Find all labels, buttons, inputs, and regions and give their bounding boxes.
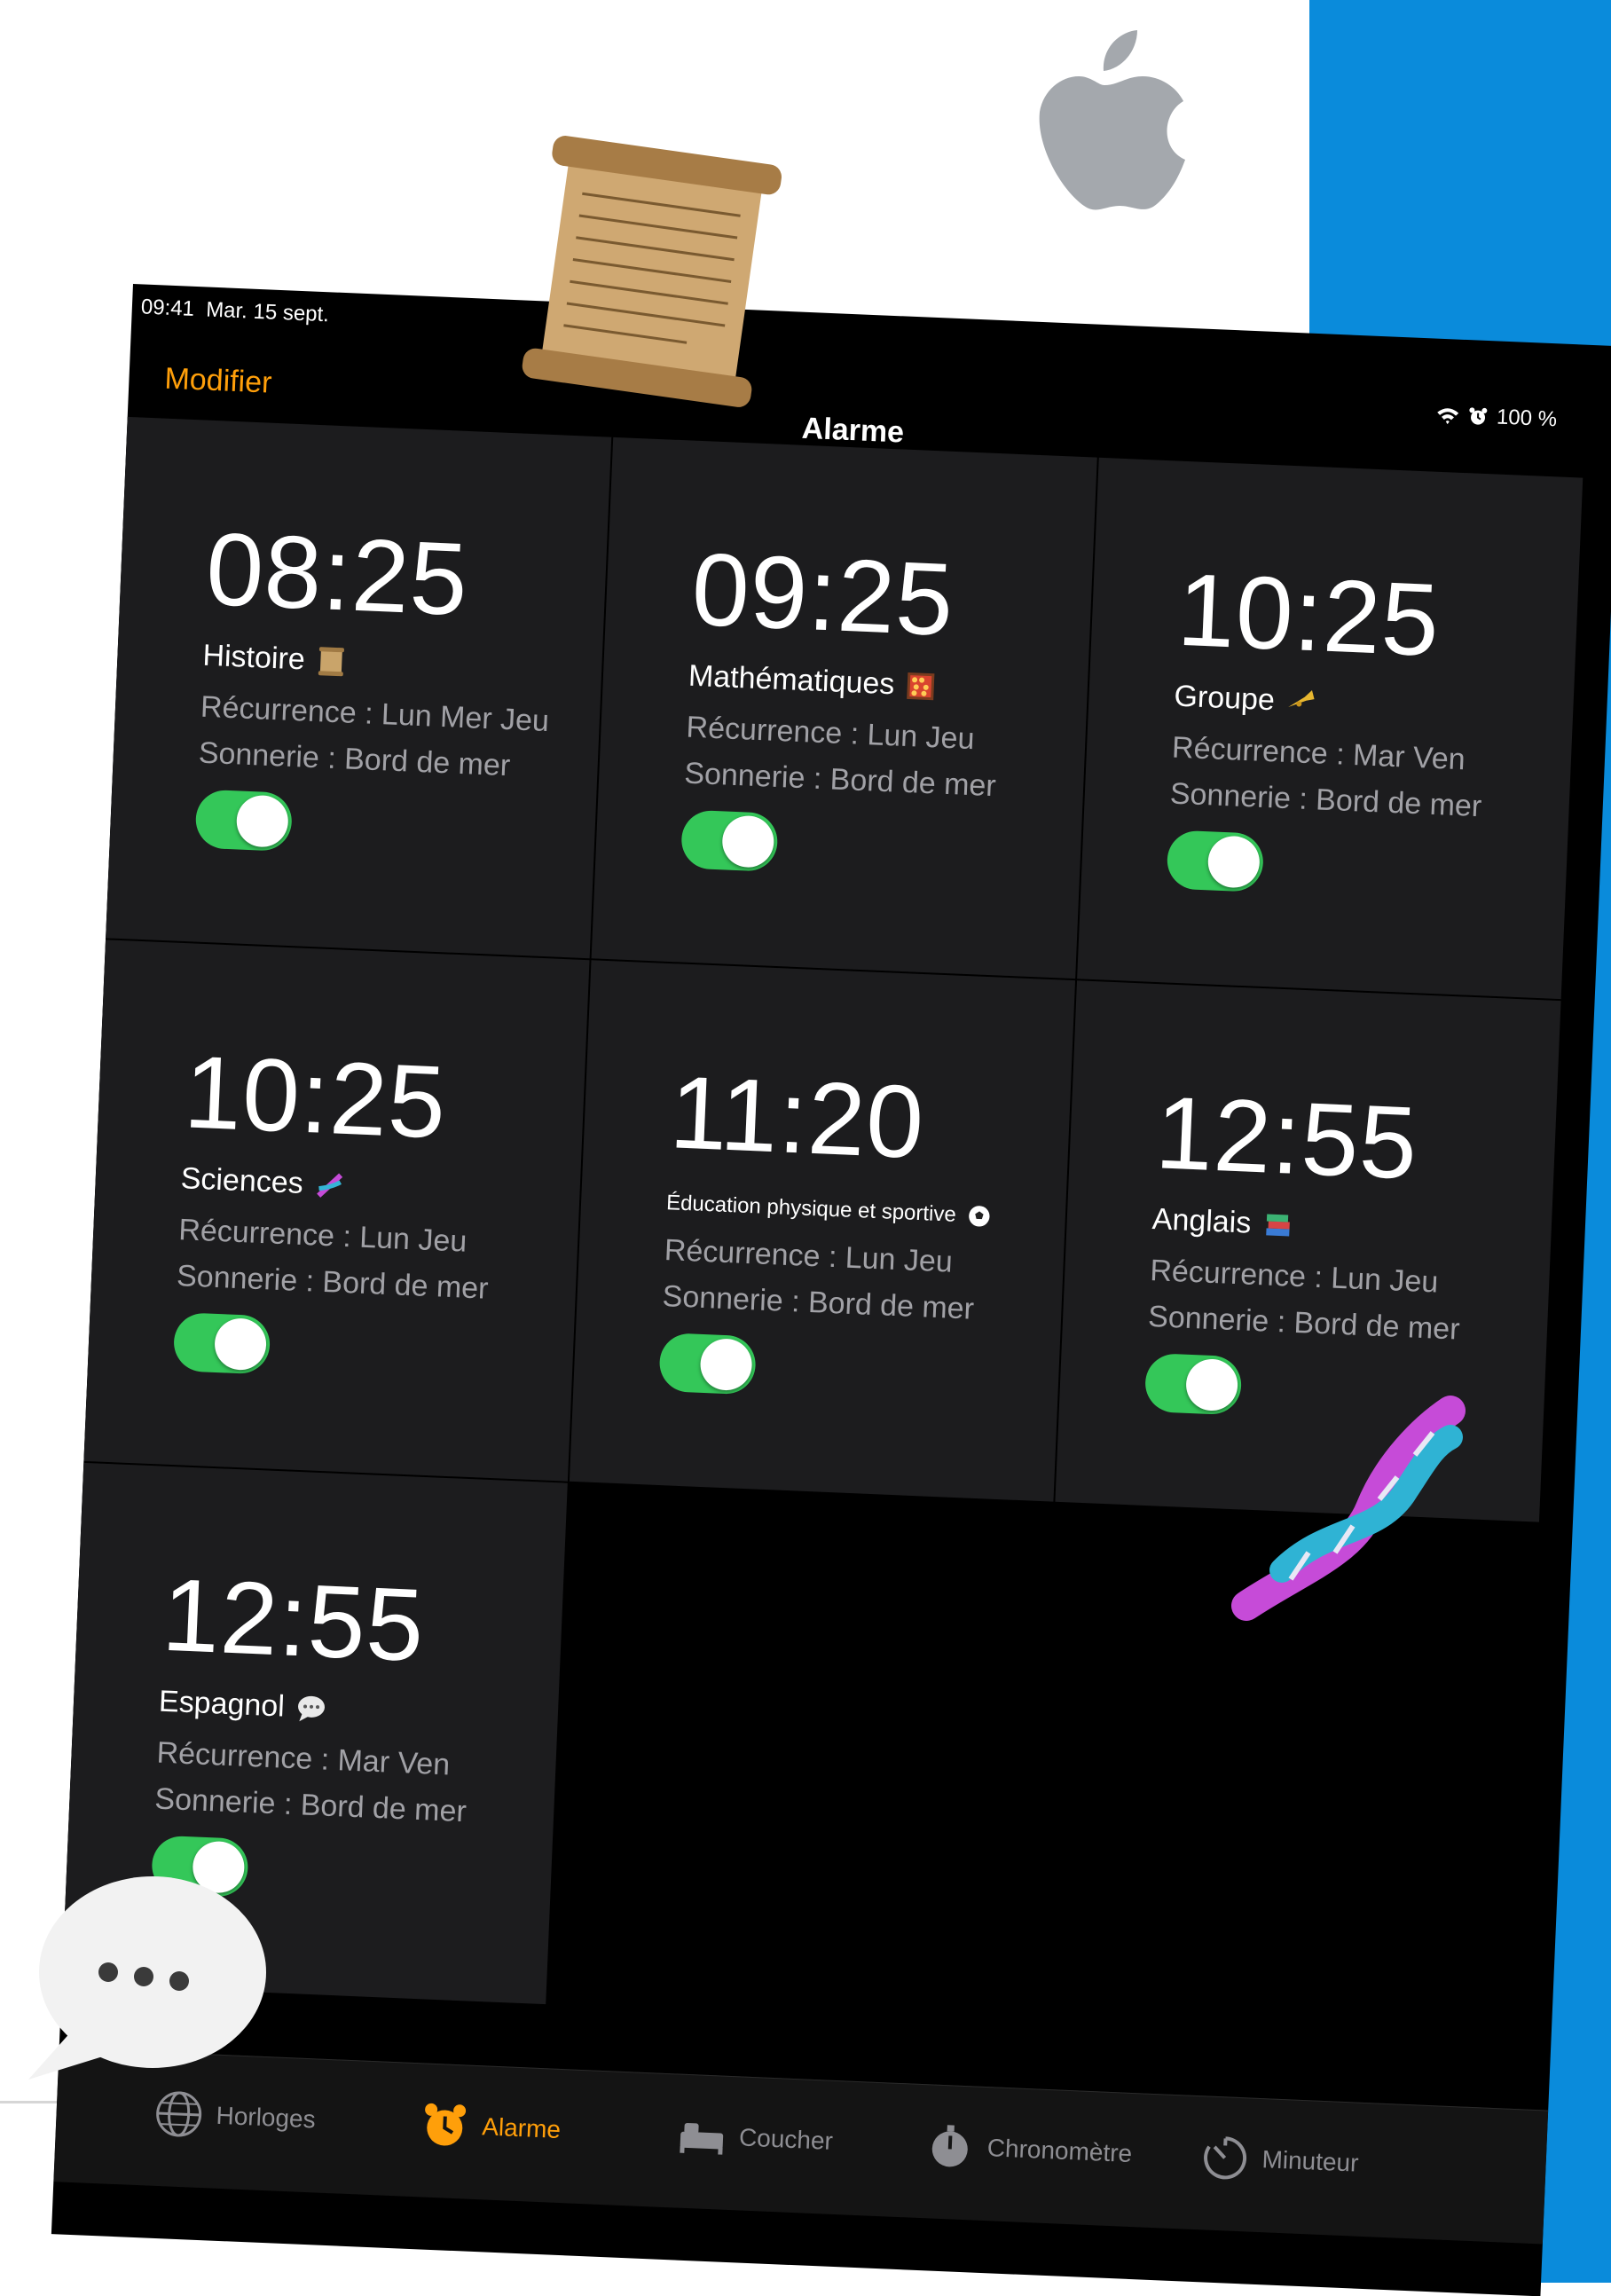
alarm-recurrence: Récurrence : Lun Jeu (1150, 1254, 1439, 1301)
trumpet-icon (1285, 685, 1317, 718)
speech-bubble-sticker (20, 1870, 268, 2083)
alarm-recurrence: Récurrence : Lun Jeu (664, 1233, 953, 1280)
alarm-label: Mathématiques (688, 659, 938, 704)
toggle-knob (236, 794, 289, 847)
alarm-recurrence: Récurrence : Lun Mer Jeu (200, 690, 549, 739)
tab-label: Coucher (738, 2123, 833, 2155)
alarm-label: Histoire (202, 639, 349, 680)
alarm-recurrence: Récurrence : Mar Ven (156, 1736, 451, 1783)
alarm-time: 12:55 (1153, 1073, 1420, 1202)
alarm-label: Espagnol (158, 1685, 327, 1726)
alarm-label: Groupe (1174, 680, 1318, 720)
alarm-grid: 08:25 Histoire Récurrence : Lun Mer Jeu … (62, 417, 1582, 2045)
alarm-label: Éducation physique et sportive (666, 1191, 993, 1229)
dna-sticker (1229, 1393, 1468, 1624)
tab-minuteur[interactable]: Minuteur (1198, 2132, 1359, 2188)
alarm-label-text: Espagnol (158, 1685, 285, 1725)
alarm-recurrence: Récurrence : Lun Jeu (178, 1213, 468, 1260)
dna-icon (313, 1168, 346, 1201)
apple-logo (1020, 16, 1189, 211)
alarm-ringtone: Sonnerie : Bord de mer (684, 757, 997, 805)
tab-chronometre[interactable]: Chronomètre (924, 2120, 1134, 2179)
alarm-clock-icon (419, 2099, 470, 2151)
toggle-knob (699, 1338, 752, 1391)
alarm-recurrence: Récurrence : Mar Ven (1171, 731, 1466, 778)
toggle-knob (214, 1317, 267, 1371)
alarm-label: Sciences (180, 1161, 346, 1203)
tab-label: Chronomètre (986, 2134, 1133, 2168)
alarm-ringtone: Sonnerie : Bord de mer (154, 1782, 468, 1830)
alarm-card[interactable]: 10:25 Groupe Récurrence : Mar Ven Sonner… (1077, 458, 1583, 999)
tab-label: Minuteur (1261, 2145, 1359, 2178)
alarm-card[interactable]: 11:20 Éducation physique et sportive Réc… (570, 960, 1075, 1501)
alarm-time: 10:25 (1175, 550, 1442, 680)
alarm-label-text: Histoire (202, 639, 306, 678)
status-time: 09:41 (140, 295, 194, 320)
books-icon (1261, 1208, 1294, 1241)
tab-coucher[interactable]: Coucher (676, 2111, 834, 2166)
tab-label: Alarme (482, 2112, 562, 2144)
speech-bubble-icon (295, 1692, 327, 1725)
abacus-icon (905, 669, 938, 702)
alarm-label-text: Mathématiques (688, 659, 895, 703)
timer-icon (1198, 2132, 1250, 2183)
alarm-toggle[interactable] (1144, 1353, 1243, 1415)
toggle-knob (1207, 835, 1261, 888)
alarm-label-text: Anglais (1151, 1202, 1252, 1241)
globe-icon (153, 2088, 205, 2140)
alarm-time: 12:55 (160, 1555, 427, 1685)
alarm-toggle[interactable] (658, 1333, 757, 1395)
alarm-card[interactable]: 10:25 Sciences Récurrence : Lun Jeu Sonn… (83, 940, 589, 1481)
soccer-ball-icon (966, 1203, 992, 1229)
toggle-knob (721, 814, 774, 868)
tab-horloges[interactable]: Horloges (153, 2088, 317, 2145)
alarm-time: 10:25 (182, 1032, 449, 1161)
alarm-time: 11:20 (668, 1052, 927, 1182)
tab-bar: Horloges Alarme Coucher Chronomètre Minu… (53, 2048, 1548, 2244)
alarm-card[interactable]: 08:25 Histoire Récurrence : Lun Mer Jeu … (106, 417, 611, 958)
alarm-label: Anglais (1151, 1202, 1294, 1243)
alarm-recurrence: Récurrence : Lun Jeu (686, 711, 975, 758)
alarm-ringtone: Sonnerie : Bord de mer (176, 1259, 489, 1307)
alarm-time: 08:25 (204, 509, 471, 639)
alarm-ringtone: Sonnerie : Bord de mer (662, 1279, 975, 1327)
alarm-toggle[interactable] (194, 790, 293, 852)
alarm-ringtone: Sonnerie : Bord de mer (1169, 776, 1482, 824)
page-title: Alarme (801, 412, 905, 451)
bed-icon (676, 2111, 727, 2162)
alarm-toggle[interactable] (680, 809, 779, 871)
scroll-icon (315, 645, 348, 678)
tab-label: Horloges (216, 2102, 316, 2135)
stopwatch-icon (924, 2120, 976, 2172)
alarm-label-text: Sciences (180, 1161, 303, 1201)
alarm-time: 09:25 (689, 530, 956, 659)
ipad-screen: 09:41 Mar. 15 sept. 100 % Modifier Alarm… (51, 284, 1611, 2296)
alarm-ringtone: Sonnerie : Bord de mer (1147, 1300, 1460, 1348)
scroll-sticker (502, 125, 801, 417)
edit-button[interactable]: Modifier (164, 362, 272, 401)
alarm-label-text: Éducation physique et sportive (666, 1191, 957, 1228)
tab-alarme[interactable]: Alarme (419, 2099, 562, 2155)
alarm-label-text: Groupe (1174, 680, 1276, 719)
alarm-ringtone: Sonnerie : Bord de mer (198, 736, 511, 784)
alarm-card[interactable]: 09:25 Mathématiques Récurrence : Lun Jeu… (592, 437, 1097, 979)
alarm-toggle[interactable] (173, 1312, 271, 1374)
alarm-toggle[interactable] (1166, 830, 1264, 892)
